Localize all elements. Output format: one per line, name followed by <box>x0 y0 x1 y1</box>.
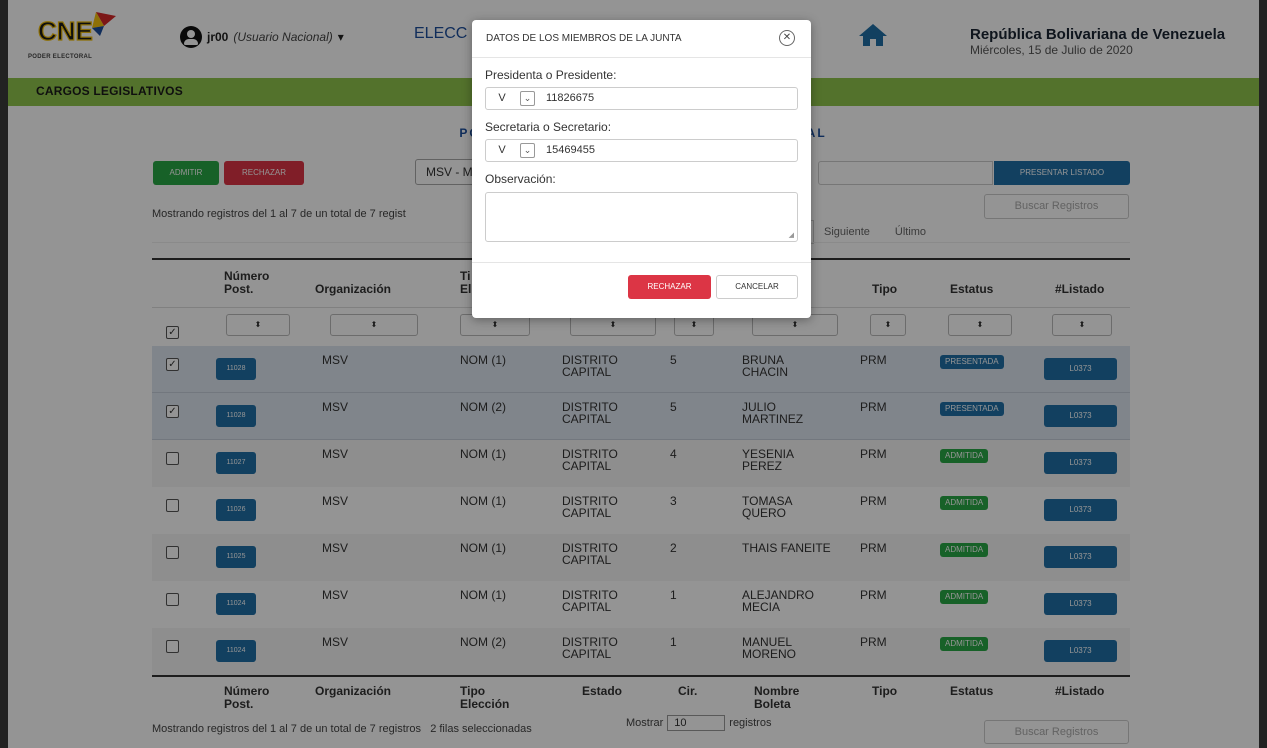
modal-divider <box>472 262 811 263</box>
president-field[interactable]: V ⌄ 11826675 <box>485 87 798 110</box>
modal-header: DATOS DE LOS MIEMBROS DE LA JUNTA ✕ <box>472 20 811 58</box>
frame-border-left <box>0 0 8 748</box>
president-doc-type[interactable]: V <box>486 88 518 109</box>
chevron-down-icon[interactable]: ⌄ <box>520 91 535 106</box>
secretary-label: Secretaria o Secretario: <box>485 120 612 134</box>
modal-cancel-button[interactable]: CANCELAR <box>716 275 798 299</box>
president-id-input[interactable]: 11826675 <box>546 88 594 109</box>
observation-textarea[interactable]: ◢ <box>485 192 798 242</box>
president-label: Presidenta o Presidente: <box>485 68 617 82</box>
observation-label: Observación: <box>485 172 556 186</box>
secretary-field[interactable]: V ⌄ 15469455 <box>485 139 798 162</box>
secretary-id-input[interactable]: 15469455 <box>546 140 595 161</box>
junta-members-modal: DATOS DE LOS MIEMBROS DE LA JUNTA ✕ Pres… <box>472 20 811 318</box>
modal-title: DATOS DE LOS MIEMBROS DE LA JUNTA <box>486 33 682 44</box>
resize-grip-icon[interactable]: ◢ <box>789 231 794 239</box>
frame-border-right <box>1259 0 1267 748</box>
close-icon[interactable]: ✕ <box>779 30 795 46</box>
chevron-down-icon[interactable]: ⌄ <box>520 143 535 158</box>
modal-reject-button[interactable]: RECHAZAR <box>628 275 711 299</box>
secretary-doc-type[interactable]: V <box>486 140 518 161</box>
